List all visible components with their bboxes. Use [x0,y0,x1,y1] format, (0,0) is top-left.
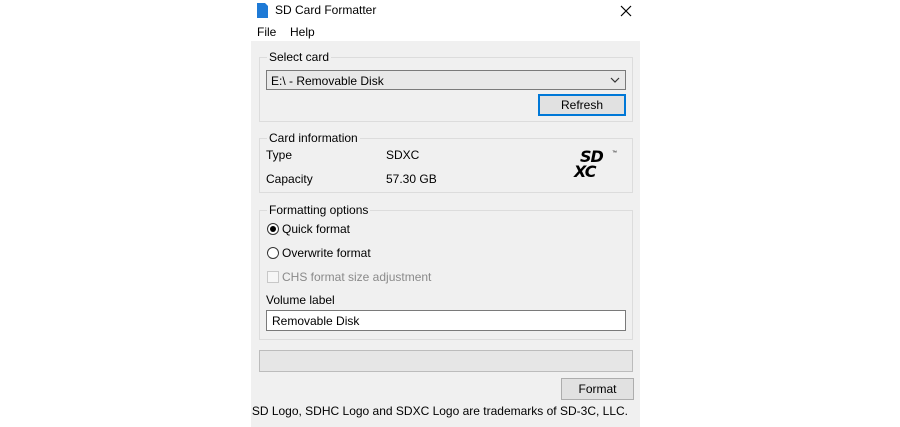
menu-file[interactable]: File [257,25,276,39]
chs-adjustment-checkbox[interactable] [267,271,279,283]
chevron-down-icon [610,77,620,83]
capacity-label: Capacity [266,172,313,186]
quick-format-label[interactable]: Quick format [282,222,350,236]
menu-bar: File Help [251,22,640,41]
overwrite-format-radio[interactable] [267,247,279,259]
sd-card-icon [257,3,268,18]
window-title: SD Card Formatter [275,3,377,17]
trademark-notice: SD Logo, SDHC Logo and SDXC Logo are tra… [251,404,628,418]
title-bar: SD Card Formatter [251,0,640,22]
select-card-legend: Select card [267,50,332,64]
type-label: Type [266,148,293,162]
chs-adjustment-label: CHS format size adjustment [282,270,432,284]
refresh-button[interactable]: Refresh [538,94,626,116]
card-information-legend: Card information [267,131,360,145]
formatting-options-legend: Formatting options [267,203,371,217]
overwrite-format-label[interactable]: Overwrite format [282,246,371,260]
capacity-value: 57.30 GB [386,172,437,186]
menu-help[interactable]: Help [290,25,315,39]
select-card-group: Select card E:\ - Removable Disk Refresh [259,50,633,122]
card-select-value: E:\ - Removable Disk [271,74,384,88]
format-progress-bar [259,350,633,372]
radio-selected-dot [270,226,276,232]
type-value: SDXC [386,148,420,162]
close-button[interactable] [613,0,639,22]
close-icon [620,5,632,17]
card-select-dropdown[interactable]: E:\ - Removable Disk [266,70,626,90]
sd-card-formatter-window: SD Card Formatter File Help Select card … [251,0,640,427]
sdxc-logo: SD XC ™ [574,147,617,181]
volume-label-input[interactable] [266,310,626,331]
format-button[interactable]: Format [561,378,634,400]
volume-label-title: Volume label [266,293,335,307]
formatting-options-group: Formatting options Quick format Overwrit… [259,203,633,340]
card-information-group: Card information Type SDXC Capacity 57.3… [259,131,633,193]
quick-format-radio[interactable] [267,223,279,235]
